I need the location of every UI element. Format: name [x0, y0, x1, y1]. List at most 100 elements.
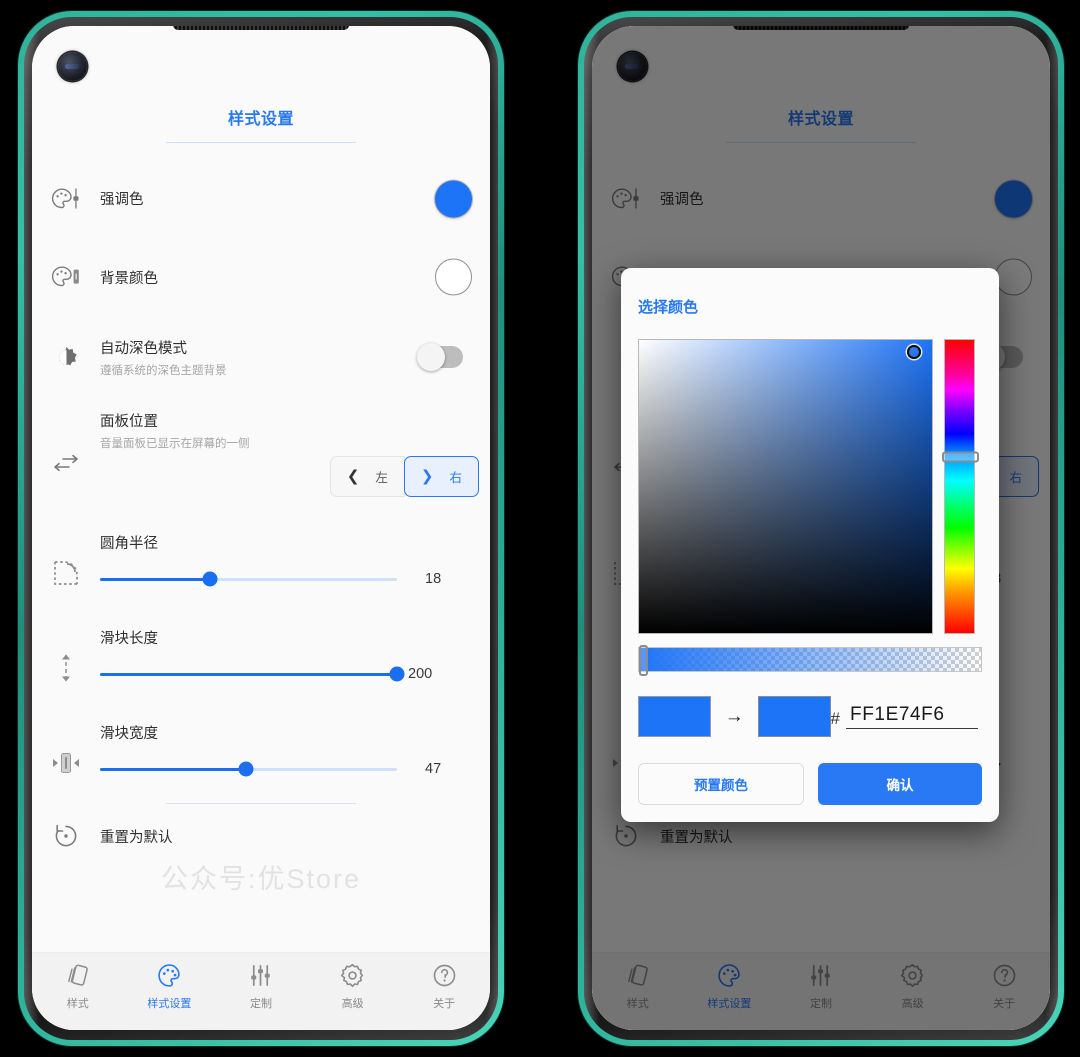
new-color-preview — [757, 696, 831, 737]
alpha-slider[interactable] — [638, 645, 982, 676]
phone-screen-left: 样式设置 强调色 背景颜色 自动深色模式 遵循系统的深色主题背景 面板位置 音量… — [32, 26, 490, 1030]
row-label: 滑块长度 — [100, 631, 158, 647]
nav-item-advanced[interactable]: 高级 — [310, 963, 396, 1011]
phone-device-right: 样式设置 — [578, 11, 1064, 1046]
slider-length-value: 200 — [408, 666, 433, 682]
color-preview-row: → # FF1E74F6 — [638, 696, 982, 737]
chevron-right-icon: ❯ — [420, 468, 434, 485]
restore-icon — [32, 823, 100, 849]
hash-symbol: # — [830, 709, 840, 728]
saturation-value-field[interactable] — [638, 339, 933, 634]
hex-input-group[interactable]: # FF1E74F6 — [831, 704, 982, 729]
toggle-knob — [417, 343, 445, 371]
nav-label: 定制 — [249, 998, 272, 1010]
height-arrows-icon — [32, 627, 100, 709]
saturation-value-cursor[interactable] — [907, 344, 922, 359]
row-slider-length: 滑块长度 200 — [32, 613, 490, 708]
nav-label: 样式 — [66, 998, 89, 1010]
confirm-button[interactable]: 确认 — [818, 763, 982, 805]
front-camera-punchhole — [58, 52, 87, 81]
hue-slider-thumb[interactable] — [942, 451, 979, 463]
width-arrows-icon — [32, 722, 100, 804]
title-divider — [166, 142, 356, 143]
slider-length-slider[interactable] — [100, 666, 405, 682]
page-title: 样式设置 — [227, 111, 294, 128]
row-panel-position: 面板位置 音量面板已显示在屏幕的一侧 ❮ 左 ❯ 右 — [32, 398, 490, 518]
slider-width-slider[interactable] — [100, 761, 397, 777]
settings-scroll-area[interactable]: 样式设置 强调色 背景颜色 自动深色模式 遵循系统的深色主题背景 面板位置 音量… — [32, 26, 490, 952]
arrow-right-icon: → — [724, 706, 744, 727]
old-color-preview — [638, 696, 711, 737]
slider-row: 200 — [100, 666, 480, 682]
row-text-block: 面板位置 音量面板已显示在屏幕的一侧 — [100, 410, 490, 451]
row-accent-color[interactable]: 强调色 — [32, 159, 490, 238]
background-color-swatch[interactable] — [435, 258, 472, 296]
segment-label: 右 — [449, 471, 462, 485]
slider-length-slider-wrap: 200 — [100, 666, 480, 682]
chevron-left-icon: ❮ — [346, 468, 360, 485]
rounded-corner-icon — [32, 532, 100, 614]
slider-row: 18 — [100, 571, 480, 587]
hue-slider[interactable] — [942, 339, 979, 634]
phone-screen-right: 样式设置 — [592, 26, 1050, 1030]
slider-width-value: 47 — [425, 761, 442, 777]
nav-label: 高级 — [341, 998, 364, 1010]
row-text-block: 强调色 — [100, 188, 490, 209]
watermark: 公众号:优Store — [160, 864, 362, 894]
style-cards-icon — [65, 963, 90, 988]
palette-bar-icon — [32, 266, 100, 288]
row-text-block: 圆角半径 18 — [100, 532, 490, 587]
left-right-arrows-icon — [32, 410, 100, 518]
row-slider-width: 滑块宽度 47 — [32, 708, 490, 803]
row-text-block: 重置为默认 — [100, 826, 490, 847]
nav-item-style[interactable]: 样式 — [35, 963, 121, 1011]
row-text-block: 背景颜色 — [100, 267, 490, 288]
app-root-left: 样式设置 强调色 背景颜色 自动深色模式 遵循系统的深色主题背景 面板位置 音量… — [32, 26, 490, 1030]
accent-color-swatch[interactable] — [435, 180, 472, 217]
slider-width-slider-wrap: 47 — [100, 761, 480, 777]
phone-bezel-right: 样式设置 — [584, 17, 1058, 1040]
alpha-slider-thumb[interactable] — [639, 645, 648, 676]
nav-item-style-settings[interactable]: 样式设置 — [126, 963, 212, 1011]
screenshot-stage: 样式设置 强调色 背景颜色 自动深色模式 遵循系统的深色主题背景 面板位置 音量… — [0, 0, 1080, 1057]
earpiece-grille — [173, 26, 349, 30]
hex-input[interactable]: FF1E74F6 — [846, 704, 978, 729]
slider-fill — [100, 672, 397, 676]
slider-thumb[interactable] — [238, 761, 254, 777]
slider-thumb[interactable] — [202, 571, 218, 587]
bottom-navigation-bar: 样式 — [32, 952, 490, 1030]
row-text-block: 滑块宽度 47 — [100, 722, 490, 777]
corner-radius-slider[interactable] — [100, 571, 397, 587]
picker-area — [638, 339, 982, 634]
row-label: 滑块宽度 — [100, 726, 158, 742]
slider-fill — [100, 577, 210, 581]
row-label: 重置为默认 — [100, 829, 173, 846]
row-background-color[interactable]: 背景颜色 — [32, 238, 490, 316]
dialog-title: 选择颜色 — [638, 299, 699, 316]
corner-radius-value: 18 — [425, 571, 442, 587]
phone-bezel-left: 样式设置 强调色 背景颜色 自动深色模式 遵循系统的深色主题背景 面板位置 音量… — [24, 17, 498, 1040]
nav-item-custom[interactable]: 定制 — [218, 963, 304, 1011]
nav-item-about[interactable]: 关于 — [401, 963, 487, 1011]
slider-thumb[interactable] — [389, 666, 405, 682]
row-auto-dark-mode[interactable]: 自动深色模式 遵循系统的深色主题背景 — [32, 316, 490, 398]
row-label: 强调色 — [100, 192, 144, 208]
phone-device-left: 样式设置 强调色 背景颜色 自动深色模式 遵循系统的深色主题背景 面板位置 音量… — [18, 11, 504, 1046]
gear-icon — [340, 963, 365, 988]
segment-label: 左 — [375, 471, 388, 485]
row-text-block: 滑块长度 200 — [100, 627, 490, 682]
sliders-icon — [248, 963, 273, 988]
palette-icon — [157, 963, 182, 988]
row-label: 面板位置 — [100, 414, 158, 430]
palette-slider-icon — [32, 187, 100, 210]
panel-position-option-left[interactable]: ❮ 左 — [329, 456, 405, 497]
row-sublabel: 音量面板已显示在屏幕的一侧 — [100, 438, 250, 450]
nav-label: 关于 — [433, 998, 456, 1010]
slider-fill — [100, 767, 246, 771]
row-corner-radius: 圆角半径 18 — [32, 518, 490, 613]
auto-dark-mode-toggle[interactable] — [417, 343, 463, 371]
question-mark-icon — [432, 963, 457, 988]
brightness-contrast-icon — [32, 344, 100, 371]
preset-colors-button[interactable]: 预置颜色 — [638, 763, 804, 805]
panel-position-option-right[interactable]: ❯ 右 — [403, 456, 479, 497]
